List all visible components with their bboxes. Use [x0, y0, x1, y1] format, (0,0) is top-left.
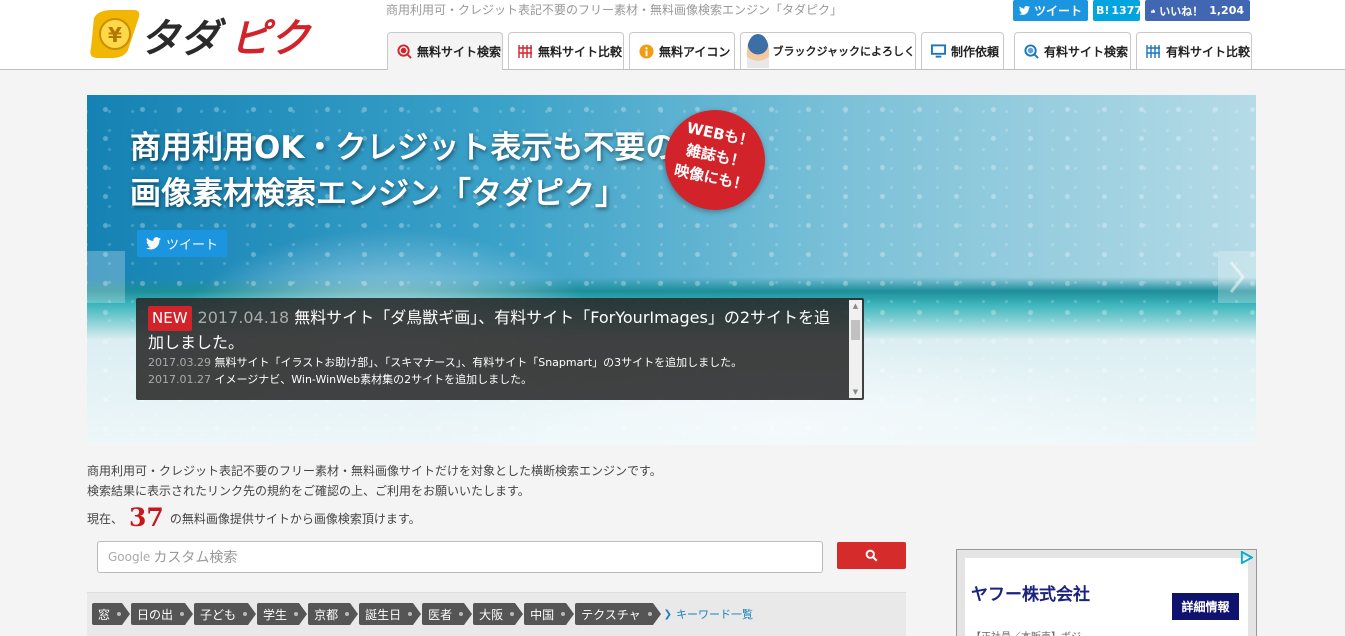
- tab-production-request[interactable]: 制作依頼: [921, 32, 1004, 69]
- tab-free-site-search[interactable]: 無料サイト検索: [387, 32, 503, 70]
- logo-icon: ¥ タダ ピク: [90, 10, 313, 62]
- tab-label: 制作依頼: [951, 44, 1000, 59]
- scrollbar-thumb[interactable]: [851, 320, 860, 340]
- keyword-bar: 窓 日の出 子ども 学生 京都 誕生日 医者 大阪 中国 テクスチャ ❯ キーワ…: [87, 592, 906, 636]
- keyword-list-label: キーワード一覧: [676, 608, 754, 621]
- search-icon: [396, 44, 412, 60]
- twitter-bird-icon: [146, 237, 161, 250]
- news-ticker: NEW 2017.04.18 無料サイト「ダ鳥獣ギ画」、有料サイト「ForYour…: [136, 298, 864, 400]
- ad-choices-icon[interactable]: [1240, 551, 1253, 564]
- hero-banner: 商用利用OK・クレジット表示も不要の 画像素材検索エンジン「タダピク」 WEBも…: [87, 95, 1256, 445]
- search-button[interactable]: [837, 542, 906, 569]
- thumbs-up-icon: [1151, 8, 1156, 13]
- scroll-up-icon[interactable]: ▲: [849, 300, 862, 312]
- search-icon: [865, 549, 878, 562]
- keyword-list: 窓 日の出 子ども 学生 京都 誕生日 医者 大阪 中国 テクスチャ ❯ キーワ…: [92, 603, 753, 625]
- tab-paid-site-compare[interactable]: 有料サイト比較: [1136, 32, 1252, 69]
- search-placeholder: カスタム検索: [153, 550, 238, 566]
- search-icon: [1023, 43, 1039, 59]
- tab-label: 無料アイコン: [659, 44, 731, 59]
- ad-content: ヤフー株式会社 詳細情報 【正社員／本販売】ボジ…: [965, 558, 1248, 636]
- slider-prev-button[interactable]: [87, 251, 125, 303]
- count-prefix: 現在、: [87, 512, 124, 526]
- tweet-label: ツイート: [166, 238, 219, 253]
- tab-label: 無料サイト比較: [538, 44, 623, 59]
- news-date: 2017.04.18: [197, 308, 290, 327]
- news-text: 無料サイト「イラストお助け部」、「スキマナース」、有料サイト「Snapmart」…: [214, 356, 743, 369]
- tweet-label: ツイート: [1033, 4, 1082, 18]
- hero-tweet-button[interactable]: ツイート: [137, 230, 227, 257]
- keyword-tag[interactable]: 窓: [92, 603, 131, 625]
- tab-free-site-compare[interactable]: 無料サイト比較: [508, 32, 624, 69]
- svg-text:ピク: ピク: [230, 16, 313, 62]
- hatena-count: 1377: [1111, 4, 1143, 17]
- tab-label: 有料サイト比較: [1166, 44, 1251, 59]
- ad-subtext: 【正社員／本販売】ボジ…: [971, 628, 1091, 636]
- keyword-tag[interactable]: 日の出: [131, 603, 194, 625]
- keyword-tag[interactable]: 中国: [524, 603, 575, 625]
- intro-line: 商用利用可・クレジット表記不要のフリー素材・無料画像サイトだけを対象とした横断検…: [87, 464, 662, 478]
- intro-line: 検索結果に表示されたリンク先の規約をご確認の上、ご利用をお願いいたします。: [87, 484, 530, 498]
- like-count: 1,204: [1209, 4, 1244, 17]
- keyword-tag[interactable]: 医者: [422, 603, 473, 625]
- slider-next-button[interactable]: [1218, 251, 1256, 303]
- site-count: 37: [129, 503, 164, 532]
- intro-text: 商用利用可・クレジット表記不要のフリー素材・無料画像サイトだけを対象とした横断検…: [87, 461, 662, 501]
- news-item[interactable]: 2017.03.29 無料サイト「イラストお助け部」、「スキマナース」、有料サイ…: [148, 354, 834, 371]
- news-date: 2017.03.29: [148, 356, 211, 369]
- tab-free-icons[interactable]: 無料アイコン: [629, 32, 735, 69]
- grid-icon: [517, 43, 533, 59]
- ad-company-name[interactable]: ヤフー株式会社: [971, 580, 1090, 605]
- hero-title: 商用利用OK・クレジット表示も不要の 画像素材検索エンジン「タダピク」: [130, 125, 676, 217]
- keyword-tag[interactable]: 子ども: [194, 603, 257, 625]
- svg-text:¥: ¥: [108, 23, 122, 47]
- chevron-right-icon: [1229, 261, 1245, 293]
- site-tagline: 商用利用可・クレジット表記不要のフリー素材・無料画像検索エンジン「タダピク」: [386, 3, 843, 17]
- news-date: 2017.01.27: [148, 373, 211, 386]
- keyword-tag[interactable]: テクスチャ: [575, 603, 661, 625]
- google-brand-label: Google: [108, 550, 151, 564]
- double-chevron-icon: ❯: [663, 608, 673, 620]
- site-count-line: 現在、 37 の無料画像提供サイトから画像検索頂けます。: [87, 503, 421, 532]
- ad-details-button[interactable]: 詳細情報: [1172, 593, 1239, 620]
- tab-label: 有料サイト検索: [1044, 44, 1129, 59]
- news-item[interactable]: 2017.01.27 イメージナビ、Win-WinWeb素材集の2サイトを追加し…: [148, 371, 834, 388]
- keyword-tag[interactable]: 京都: [308, 603, 359, 625]
- svg-text:タダ: タダ: [140, 16, 227, 62]
- keyword-tag[interactable]: 大阪: [473, 603, 524, 625]
- hero-title-line1: 商用利用OK・クレジット表示も不要の: [130, 130, 677, 166]
- twitter-bird-icon: [1019, 5, 1030, 15]
- search-input[interactable]: Google カスタム検索: [97, 541, 823, 573]
- avatar-icon: [747, 34, 769, 68]
- keyword-tag[interactable]: 誕生日: [359, 603, 422, 625]
- site-logo[interactable]: ¥ タダ ピク: [88, 6, 328, 62]
- info-icon: [638, 43, 654, 59]
- like-label: いいね！: [1159, 4, 1204, 18]
- count-suffix: の無料画像提供サイトから画像検索頂けます。: [169, 512, 421, 526]
- news-scrollbar[interactable]: ▲ ▼: [849, 300, 862, 398]
- tab-paid-site-search[interactable]: 有料サイト検索: [1014, 32, 1131, 69]
- news-text: イメージナビ、Win-WinWeb素材集の2サイトを追加しました。: [214, 373, 533, 386]
- advertisement[interactable]: ヤフー株式会社 詳細情報 【正社員／本販売】ボジ…: [956, 549, 1257, 636]
- hatena-icon: B!: [1096, 4, 1110, 17]
- keyword-list-link[interactable]: ❯ キーワード一覧: [664, 606, 753, 622]
- grid-icon: [1145, 43, 1161, 59]
- tweet-button[interactable]: ツイート: [1013, 0, 1088, 21]
- tab-label: ブラックジャックによろしく: [772, 45, 915, 58]
- tab-blackjack[interactable]: ブラックジャックによろしく: [740, 32, 916, 69]
- scroll-down-icon[interactable]: ▼: [849, 386, 862, 398]
- new-badge: NEW: [148, 306, 192, 331]
- site-header: ¥ タダ ピク 商用利用可・クレジット表記不要のフリー素材・無料画像検索エンジン…: [0, 0, 1345, 70]
- hero-title-line2: 画像素材検索エンジン「タダピク」: [130, 176, 626, 212]
- tab-label: 無料サイト検索: [417, 45, 502, 59]
- keyword-tag[interactable]: 学生: [257, 603, 308, 625]
- monitor-icon: [930, 43, 946, 59]
- facebook-like-button[interactable]: いいね！ 1,204: [1145, 0, 1250, 21]
- news-item[interactable]: NEW 2017.04.18 無料サイト「ダ鳥獣ギ画」、有料サイト「ForYour…: [148, 306, 834, 354]
- hatena-bookmark-button[interactable]: B! 1377: [1093, 0, 1143, 21]
